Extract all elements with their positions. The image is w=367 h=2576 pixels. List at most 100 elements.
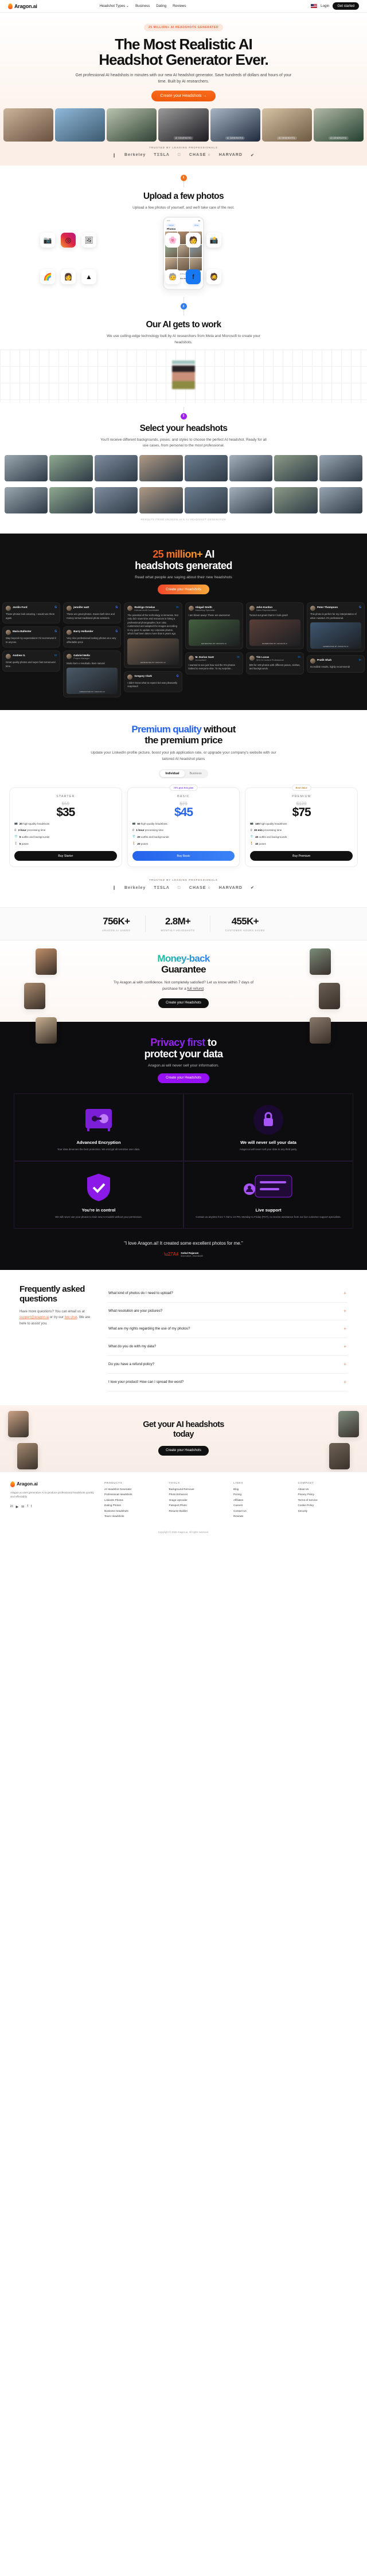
app-source-icon[interactable]: 📷 <box>40 233 55 248</box>
plus-icon[interactable]: + <box>343 1344 346 1349</box>
plus-icon[interactable]: + <box>343 1379 346 1385</box>
faq-item[interactable]: I love your product! How can I spread th… <box>107 1374 348 1391</box>
nav-link-business[interactable]: Business <box>135 4 150 8</box>
headshot-result[interactable] <box>5 487 48 513</box>
toggle-business[interactable]: Business <box>185 770 207 777</box>
app-source-icon[interactable]: 🧓 <box>165 269 180 285</box>
app-source-icon[interactable]: ▲ <box>81 269 96 285</box>
nav-link-headshot-types[interactable]: Headshot Types ⌄ <box>100 4 130 8</box>
login-link[interactable]: Login <box>321 4 329 8</box>
app-source-icon[interactable]: 👩 <box>61 269 76 285</box>
app-source-icon[interactable]: 🌈 <box>40 269 55 285</box>
footer-link[interactable]: Team Headshots <box>104 1515 163 1518</box>
footer-link[interactable]: Resume Builder <box>169 1509 228 1512</box>
testimonials-cta-button[interactable]: Create your Headshots <box>158 585 209 595</box>
footer-link[interactable]: Affiliates <box>233 1499 292 1501</box>
footer-link[interactable]: Security <box>298 1509 357 1512</box>
app-source-icon[interactable]: 🌸 <box>165 233 180 248</box>
hero-cta-button[interactable]: Create your Headshots → <box>151 90 216 101</box>
headshot-result[interactable] <box>94 487 138 513</box>
money-back-cta-button[interactable]: Create your Headshots <box>158 998 209 1008</box>
footer-link[interactable]: Business Headshots <box>104 1509 163 1512</box>
headshot-result[interactable] <box>139 487 183 513</box>
faq-item[interactable]: What kind of photos do I need to upload?… <box>107 1285 348 1303</box>
plus-icon[interactable]: + <box>343 1326 346 1331</box>
footer-link[interactable]: Reviews <box>233 1515 292 1518</box>
avatar <box>67 630 72 636</box>
faq-item[interactable]: What do you do with my data? + <box>107 1338 348 1356</box>
testimonial-author: Peter Thompson <box>317 606 338 609</box>
social-icon[interactable]: ✉ <box>21 1505 24 1509</box>
footer-link[interactable]: Contact Us <box>233 1509 292 1512</box>
plus-icon[interactable]: + <box>343 1308 346 1314</box>
testimonial-card: Andrew S. in Great quality photos and supe… <box>2 650 61 672</box>
social-icon[interactable]: in <box>10 1505 13 1509</box>
plus-icon[interactable]: + <box>343 1291 346 1296</box>
us-flag-icon[interactable] <box>311 3 318 9</box>
headshot-result[interactable] <box>5 454 48 481</box>
headshot-result[interactable] <box>229 454 273 481</box>
social-icon[interactable]: t <box>31 1505 32 1509</box>
buy-starter-button[interactable]: Buy Starter <box>14 851 117 861</box>
footer-link[interactable]: About Us <box>298 1488 357 1491</box>
full-refund-link[interactable]: full refund <box>188 987 204 991</box>
hero-subtitle: Get professional AI headshots in minutes… <box>75 73 292 84</box>
feature-text: 1-hour processing time <box>136 829 164 832</box>
footer-logo[interactable]: Aragon.ai <box>10 1481 96 1487</box>
footer-link[interactable]: Careers <box>233 1504 292 1507</box>
headshot-result[interactable] <box>319 454 362 481</box>
brand-logo[interactable]: Aragon.ai <box>8 3 37 9</box>
phone-cancel-button[interactable]: Cancel <box>167 224 175 228</box>
live-chat-link[interactable]: live chat <box>64 1316 77 1319</box>
social-icon[interactable]: f <box>27 1505 28 1509</box>
app-source-icon[interactable]: 🧔 <box>206 269 221 285</box>
faq-item[interactable]: Do you have a refund policy? + <box>107 1356 348 1374</box>
footer-link[interactable]: AI Headshot Generator <box>104 1488 163 1491</box>
footer-link[interactable]: Image Upscaler <box>169 1499 228 1501</box>
footer-link[interactable]: Professional Headshots <box>104 1493 163 1496</box>
headshot-result[interactable] <box>139 454 183 481</box>
toggle-individual[interactable]: Individual <box>160 770 185 778</box>
footer-link[interactable]: Blog <box>233 1488 292 1491</box>
social-icon[interactable]: ▶ <box>16 1505 19 1509</box>
get-started-button[interactable]: Get started <box>333 2 359 10</box>
headshot-result[interactable] <box>49 454 93 481</box>
buy-basic-button[interactable]: Buy Basic <box>132 851 235 861</box>
phone-photo-thumb[interactable] <box>177 258 190 271</box>
faq-item[interactable]: What are my rights regarding the use of … <box>107 1320 348 1338</box>
app-source-icon[interactable]: f <box>186 269 201 285</box>
headshot-result[interactable] <box>49 487 93 513</box>
footer-link[interactable]: Privacy Policy <box>298 1493 357 1496</box>
headshot-result[interactable] <box>184 454 228 481</box>
support-email-link[interactable]: support@aragon.ai <box>19 1316 49 1319</box>
buy-premium-button[interactable]: Buy Premium <box>250 851 353 861</box>
footer-link[interactable]: Photo Enhancer <box>169 1493 228 1496</box>
headshot-result[interactable] <box>94 454 138 481</box>
nav-link-reviews[interactable]: Reviews <box>173 4 186 8</box>
headshot-result[interactable] <box>274 487 318 513</box>
footer-link[interactable]: Pricing <box>233 1493 292 1496</box>
footer-link[interactable]: Terms of Service <box>298 1499 357 1501</box>
headshot-result[interactable] <box>229 487 273 513</box>
footer-link[interactable]: Dating Photos <box>104 1504 163 1507</box>
headshot-result[interactable] <box>274 454 318 481</box>
app-source-icon[interactable]: 📸 <box>206 233 221 248</box>
app-source-icon[interactable]: ◎ <box>61 233 76 248</box>
app-source-icon[interactable]: 🖼 <box>81 233 96 248</box>
headshot-result[interactable] <box>184 487 228 513</box>
privacy-cta-button[interactable]: Create your Headshots <box>158 1073 209 1083</box>
app-source-icon[interactable]: 🧑 <box>186 233 201 248</box>
footer-link[interactable]: Cookie Policy <box>298 1504 357 1507</box>
faq-item[interactable]: What resolution are your pictures? + <box>107 1303 348 1320</box>
nav-link-dating[interactable]: Dating <box>156 4 166 8</box>
phone-photo-thumb[interactable] <box>190 258 202 271</box>
phone-photo-thumb[interactable] <box>165 258 177 271</box>
final-cta-button[interactable]: Create your Headshots <box>158 1445 209 1456</box>
footer-link[interactable]: Passport Photo <box>169 1504 228 1507</box>
footer-link[interactable]: Background Remover <box>169 1488 228 1491</box>
footer-link[interactable]: LinkedIn Photos <box>104 1499 163 1501</box>
headshot-result[interactable] <box>319 487 362 513</box>
feature-text: 40 poses <box>255 842 266 845</box>
phone-done-button[interactable]: Done <box>193 224 200 228</box>
plus-icon[interactable]: + <box>343 1362 346 1367</box>
